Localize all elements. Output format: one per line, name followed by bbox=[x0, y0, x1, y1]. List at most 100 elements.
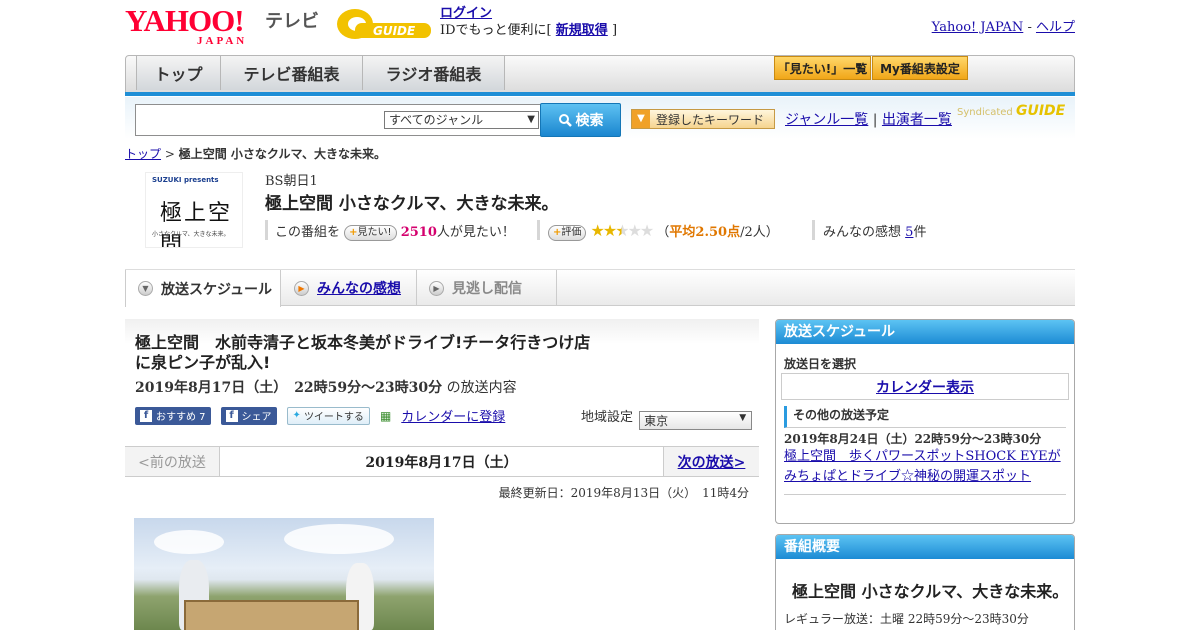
help-link[interactable]: ヘルプ bbox=[1036, 20, 1075, 35]
stat-divider bbox=[537, 220, 540, 240]
add-to-calendar-link[interactable]: カレンダーに登録 bbox=[401, 406, 505, 425]
header-links: Yahoo! JAPAN - ヘルプ bbox=[932, 16, 1075, 35]
tab-stream: ▶ 見逃し配信 bbox=[417, 270, 557, 306]
thumbnail-subtitle: 小さなクルマ、大きな未来。 bbox=[152, 231, 230, 238]
login-link[interactable]: ログイン bbox=[440, 6, 492, 21]
review-suffix: 件 bbox=[913, 225, 927, 240]
facebook-recommend-button[interactable]: f おすすめ 7 bbox=[135, 406, 211, 425]
star-icon: ★ bbox=[639, 221, 654, 240]
search-icon bbox=[558, 114, 572, 127]
tab-reviews-label: みんなの感想 bbox=[317, 281, 401, 297]
genre-select-value: すべてのジャンル bbox=[389, 113, 484, 127]
header-separator: - bbox=[1027, 20, 1032, 35]
facebook-recommend-label: おすすめ 7 bbox=[156, 412, 206, 423]
search-button[interactable]: 検索 bbox=[540, 103, 621, 137]
tab-reviews[interactable]: ▶ みんなの感想 bbox=[282, 270, 417, 306]
share-actions: f おすすめ 7 f シェア ✦ ツイートする ▦ カレンダーに登録 bbox=[135, 406, 505, 425]
chevron-down-icon: ▼ bbox=[527, 114, 535, 125]
yahoo-japan-link[interactable]: Yahoo! JAPAN bbox=[932, 20, 1024, 35]
gguide-logo[interactable]: GUIDE bbox=[335, 6, 431, 42]
logo-japan-text: JAPAN bbox=[197, 35, 248, 47]
plus-icon: + bbox=[349, 227, 358, 238]
yahoo-japan-logo[interactable]: YAHOO! JAPAN bbox=[125, 5, 248, 47]
genre-select[interactable]: すべてのジャンル ▼ bbox=[384, 111, 539, 129]
star-icon: ★ bbox=[602, 221, 617, 240]
episode-title: 極上空間 水前寺清子と坂本冬美がドライブ!チータ行きつけ店に泉ピン子が乱入! bbox=[135, 333, 591, 372]
stat-divider bbox=[812, 220, 815, 240]
photo-sign bbox=[184, 600, 359, 630]
sidebar-overview: 番組概要 極上空間 小さなクルマ、大きな未来。 レギュラー放送：土曜 22時59… bbox=[775, 534, 1075, 630]
signup-link[interactable]: 新規取得 bbox=[556, 23, 608, 38]
login-hint: IDでもっと便利に[ bbox=[440, 23, 552, 38]
breadcrumb: トップ > 極上空間 小さなクルマ、大きな未来。 bbox=[125, 145, 386, 162]
pick-date-label: 放送日を選択 bbox=[784, 357, 857, 371]
episode-photo bbox=[134, 518, 434, 630]
episode-date-suffix: の放送内容 bbox=[446, 380, 517, 396]
search-button-label: 検索 bbox=[575, 113, 604, 129]
content-tabs: ▼ 放送スケジュール ▶ みんなの感想 ▶ 見逃し配信 bbox=[125, 269, 1075, 307]
facebook-share-button[interactable]: f シェア bbox=[220, 406, 277, 425]
photo-cloud bbox=[154, 530, 224, 554]
tv-service-label[interactable]: テレビ bbox=[265, 7, 319, 33]
my-listing-settings-button[interactable]: My番組表設定 bbox=[872, 56, 968, 80]
other-schedule-link[interactable]: 極上空間 歩くパワースポットSHOCK EYEがみちょぱとドライブ☆神秘の開運ス… bbox=[784, 447, 1069, 487]
divider bbox=[784, 494, 1066, 495]
chevron-down-icon: ▼ bbox=[739, 413, 747, 423]
registered-keywords-button[interactable]: ▼ 登録したキーワード bbox=[631, 109, 775, 129]
facebook-icon: f bbox=[140, 409, 152, 422]
calendar-display-link[interactable]: カレンダー表示 bbox=[781, 373, 1069, 400]
genre-list-link[interactable]: ジャンル一覧 bbox=[785, 112, 868, 128]
mitai-count: 2510 bbox=[400, 225, 437, 240]
star-icon: ★ bbox=[590, 221, 605, 240]
previous-episode: <前の放送 bbox=[125, 447, 220, 476]
login-block: ログイン IDでもっと便利に[ 新規取得 ] bbox=[440, 5, 617, 39]
cast-list-link[interactable]: 出演者一覧 bbox=[882, 112, 952, 128]
chevron-right-icon: ▶ bbox=[429, 280, 444, 296]
tweet-label: ツイートする bbox=[303, 412, 364, 423]
region-label: 地域設定 bbox=[581, 410, 634, 425]
rate-button[interactable]: +評価 bbox=[548, 225, 587, 241]
tab-schedule[interactable]: ▼ 放送スケジュール bbox=[125, 270, 281, 307]
region-setting: 地域設定 東京 ▼ bbox=[581, 406, 753, 430]
rating-people: /2人） bbox=[740, 225, 779, 240]
mitai-suffix: 人が見たい！ bbox=[436, 225, 515, 240]
mitai-list-button[interactable]: 「見たい!」一覧 bbox=[774, 56, 871, 80]
twitter-bird-icon: ✦ bbox=[292, 410, 301, 421]
star-icon: ★ bbox=[615, 221, 629, 240]
search-bar: すべてのジャンル ▼ 検索 ▼ 登録したキーワード ジャンル一覧 | 出演者一覧… bbox=[125, 97, 1075, 139]
svg-text:GUIDE: GUIDE bbox=[373, 24, 416, 38]
syndicated-brand: GUIDE bbox=[1015, 103, 1066, 119]
rating-open: （ bbox=[656, 225, 670, 240]
site-header: YAHOO! JAPAN テレビ GUIDE ログイン IDでもっと便利に[ 新… bbox=[125, 4, 1075, 50]
sidebar-overview-heading: 番組概要 bbox=[776, 535, 1074, 559]
mitai-button[interactable]: +見たい! bbox=[344, 225, 397, 241]
tweet-button[interactable]: ✦ ツイートする bbox=[286, 406, 370, 425]
link-divider: | bbox=[872, 112, 878, 128]
program-title: 極上空間 小さなクルマ、大きな未来。 bbox=[265, 194, 559, 214]
nav-tab-radio-listings[interactable]: ラジオ番組表 bbox=[363, 56, 505, 90]
thumbnail-brand: SUZUKI presents bbox=[152, 176, 219, 184]
breadcrumb-separator: > bbox=[164, 147, 175, 161]
facebook-share-label: シェア bbox=[241, 412, 272, 423]
tab-stream-label: 見逃し配信 bbox=[452, 281, 522, 297]
chevron-right-icon: ▶ bbox=[294, 280, 309, 296]
photo-cloud bbox=[284, 524, 394, 554]
other-schedule-date: 2019年8月24日（土）22時59分～23時30分 bbox=[784, 432, 1042, 446]
syndicated-gguide-badge: Syndicated GUIDE bbox=[957, 103, 1065, 119]
nav-tab-tv-listings[interactable]: テレビ番組表 bbox=[221, 56, 363, 90]
nav-tab-top[interactable]: トップ bbox=[136, 56, 221, 90]
next-episode-link[interactable]: 次の放送> bbox=[663, 447, 759, 476]
program-thumbnail: SUZUKI presents 極上空間 小さなクルマ、大きな未来。 bbox=[145, 172, 243, 248]
breadcrumb-home[interactable]: トップ bbox=[125, 147, 161, 161]
rating-stars: ★★★★★ bbox=[590, 221, 655, 240]
current-episode-date: 2019年8月17日（土） bbox=[220, 447, 663, 476]
dropdown-arrow-icon: ▼ bbox=[632, 110, 650, 128]
episode-navigation: <前の放送 2019年8月17日（土） 次の放送> bbox=[125, 446, 759, 477]
syndicated-label: Syndicated bbox=[957, 107, 1013, 118]
mitai-prefix: この番組を bbox=[275, 225, 341, 240]
overview-regular-broadcast: レギュラー放送：土曜 22時59分～23時30分 bbox=[784, 612, 1029, 626]
region-select-value: 東京 bbox=[644, 414, 669, 428]
registered-keywords-label: 登録したキーワード bbox=[656, 112, 765, 127]
region-select[interactable]: 東京 ▼ bbox=[639, 411, 753, 430]
channel-name: BS朝日1 bbox=[265, 174, 318, 189]
